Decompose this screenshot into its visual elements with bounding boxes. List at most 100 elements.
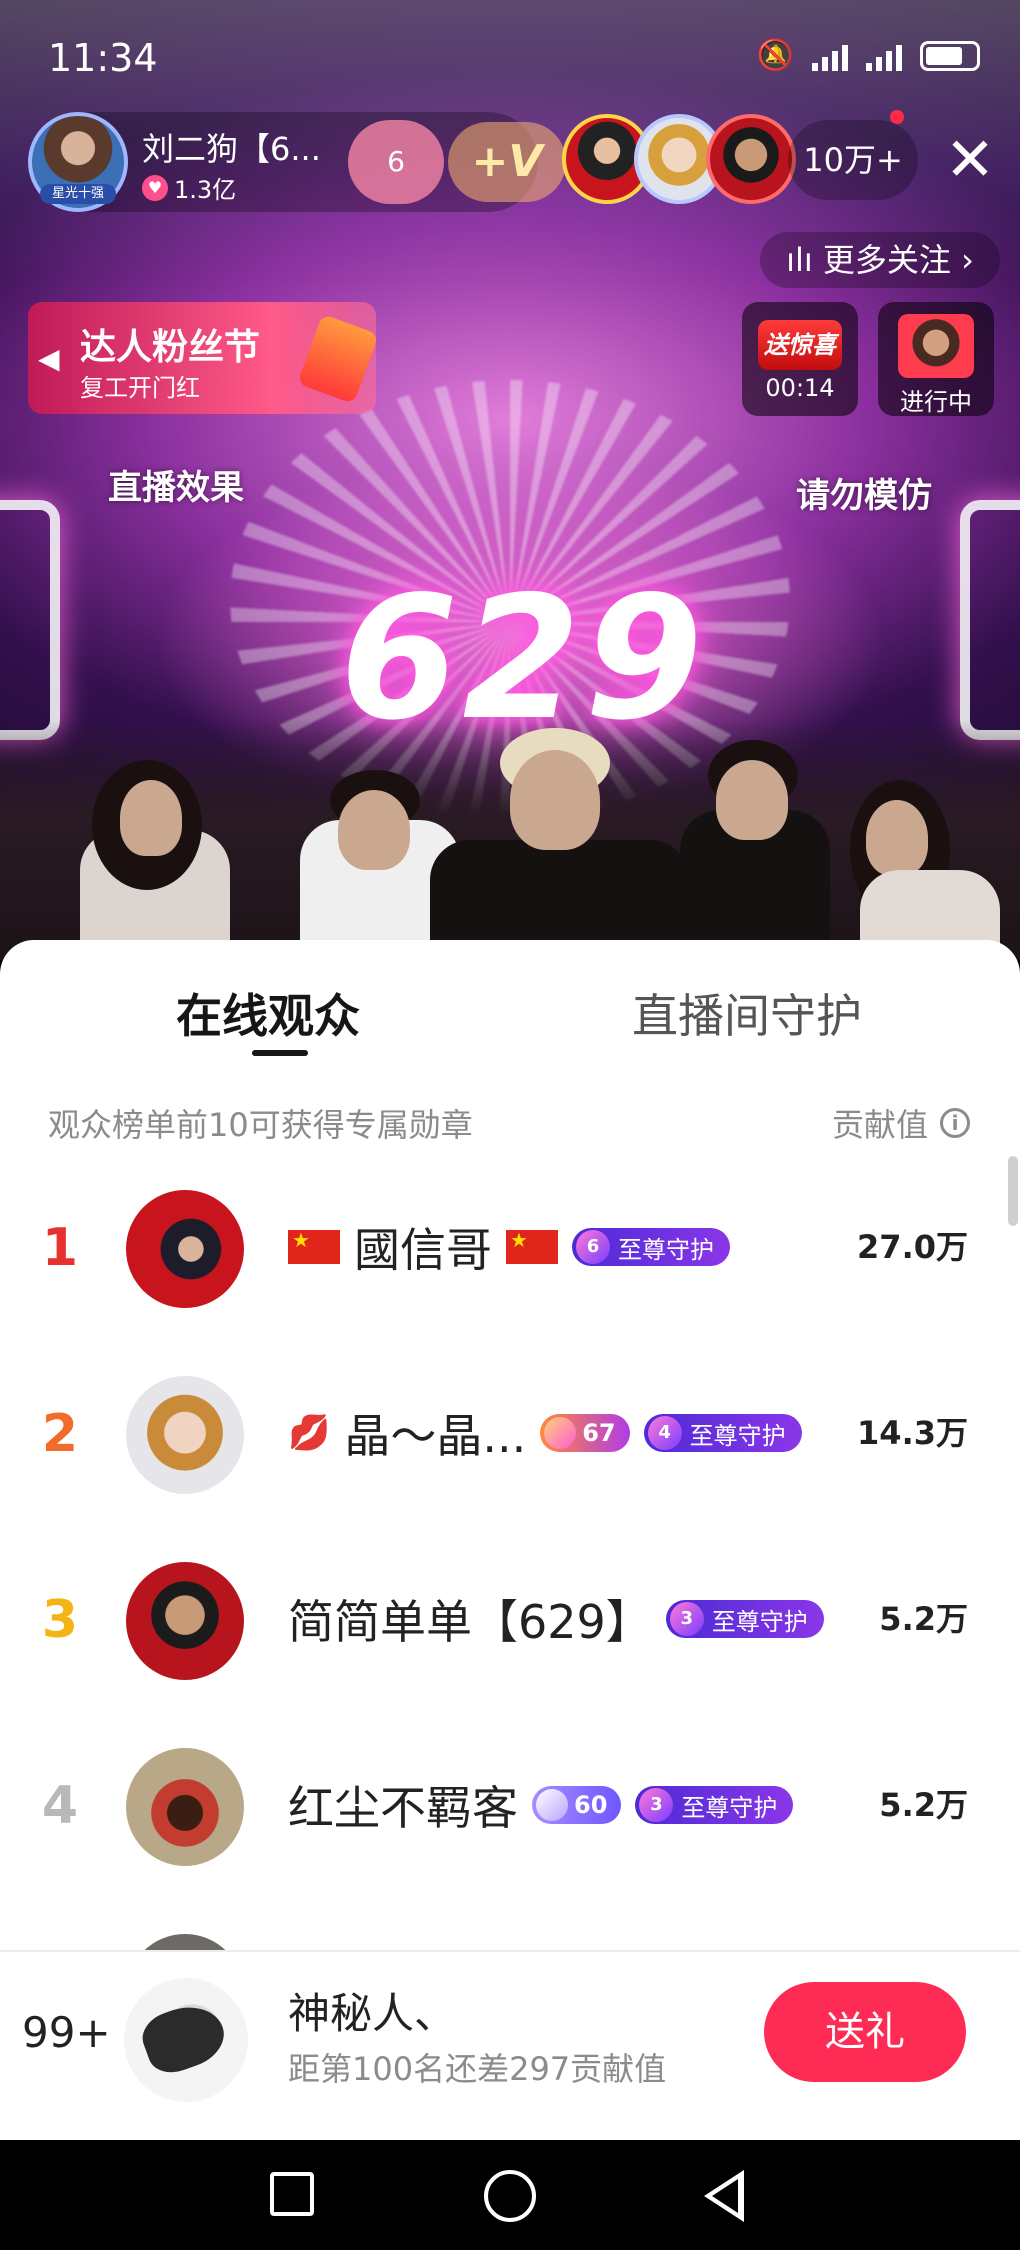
mute-icon: 🔕 (756, 38, 794, 73)
ranking-row-2[interactable]: 2 💋 晶～晶... 67 4 至尊守护 14.3万 (0, 1342, 1020, 1528)
guard-badge: 3 至尊守护 (635, 1786, 794, 1824)
fan-level-value: 67 (582, 1419, 616, 1447)
gem-icon: 6 (576, 1230, 610, 1264)
contribution-header-label: 贡献值 (831, 1106, 928, 1144)
contribution-header: 贡献值 i (832, 1100, 970, 1146)
more-follow-button[interactable]: ılı 更多关注 › (760, 232, 1000, 288)
top-viewers[interactable] (562, 110, 802, 210)
guard-badge: 6 至尊守护 (572, 1228, 730, 1266)
host-avatar[interactable]: 星光十强 (28, 112, 128, 212)
ongoing-thumbnail (898, 314, 974, 378)
gem-icon: 3 (669, 1602, 704, 1636)
viewer-count-button[interactable]: 10万+ (788, 120, 918, 200)
contribution-value: 5.2万 (879, 1600, 968, 1638)
viewer-avatar[interactable] (706, 114, 796, 204)
back-icon[interactable] (704, 2170, 744, 2222)
fan-level-value: 60 (574, 1791, 608, 1819)
chevron-right-icon: › (950, 241, 974, 279)
user-name: 晶～晶... (344, 1409, 527, 1463)
rank-number: 2 (41, 1404, 79, 1464)
gem-icon (544, 1417, 577, 1449)
user-avatar[interactable] (126, 1376, 244, 1494)
close-icon[interactable]: ✕ (922, 112, 1018, 208)
bars-icon: ılı (786, 241, 823, 279)
rank-number: 4 (41, 1776, 79, 1836)
home-icon[interactable] (484, 2170, 536, 2222)
user-avatar[interactable] (126, 1562, 244, 1680)
user-avatar[interactable] (126, 1748, 244, 1866)
ranking-row-4[interactable]: 4 红尘不羁客 60 3 至尊守护 5.2万 (0, 1714, 1020, 1900)
gem-icon (536, 1789, 568, 1821)
guard-badge: 4 至尊守护 (643, 1414, 802, 1452)
watermark-right: 请勿模仿 (796, 476, 932, 516)
user-name-line: 💋 晶～晶... 67 4 至尊守护 (288, 1400, 802, 1466)
fan-level-badge: 60 (532, 1786, 622, 1824)
user-name-line: 红尘不羁客 60 3 至尊守护 (288, 1772, 794, 1838)
ranking-hint: 观众榜单前10可获得专属勋章 (48, 1106, 473, 1144)
contribution-value: 27.0万 (857, 1228, 968, 1266)
china-flag-icon (288, 1228, 340, 1264)
tab-online-audience[interactable]: 在线观众 (176, 980, 360, 1046)
crowd (0, 720, 1020, 960)
user-name: 红尘不羁客 (288, 1781, 518, 1835)
sheet-tabs: 在线观众 直播间守护 (0, 940, 1020, 1060)
contribution-value: 5.2万 (879, 1786, 968, 1824)
status-bar: 11:34 🔕 (0, 0, 1020, 110)
contribution-value: 14.3万 (857, 1414, 968, 1452)
more-follow-label: 更多关注 (822, 241, 951, 279)
ranking-row-1[interactable]: 1 國信哥 6 至尊守护 27.0万 (0, 1156, 1020, 1342)
gem-icon: 3 (639, 1788, 674, 1822)
chevron-left-icon: ◀ (38, 342, 60, 375)
info-icon[interactable]: i (940, 1108, 970, 1138)
host-capsule[interactable]: 星光十强 刘二狗【6... ♥ 1.3亿 6 +V (28, 112, 566, 212)
user-name-line: 國信哥 6 至尊守护 (288, 1214, 730, 1280)
signal-2-icon (866, 41, 902, 71)
host-likes-count: 1.3亿 (174, 176, 237, 204)
user-avatar[interactable] (126, 1190, 244, 1308)
ranking-row-3[interactable]: 3 简简单单【629】 3 至尊守护 5.2万 (0, 1528, 1020, 1714)
tab-room-guard[interactable]: 直播间守护 (632, 980, 862, 1046)
user-name-line: 简简单单【629】 3 至尊守护 (288, 1586, 824, 1652)
stage-neon-right (960, 500, 1020, 740)
join-fan-button[interactable]: +V (448, 122, 566, 202)
my-ranking-bar: 99+ 神秘人、 距第100名还差297贡献值 送礼 (0, 1950, 1020, 2142)
signal-icon (812, 41, 848, 71)
host-avatar-tag: 星光十强 (40, 184, 116, 204)
fan-festival-title: 达人粉丝节 (80, 327, 261, 368)
surprise-countdown: 00:14 (765, 374, 835, 402)
ink-painting-icon (136, 1996, 232, 2080)
china-flag-icon (506, 1228, 558, 1264)
my-rank: 99+ (22, 2008, 111, 2057)
stage-neon-left (0, 500, 60, 740)
my-avatar[interactable] (124, 1978, 248, 2102)
send-gift-button[interactable]: 送礼 (764, 1982, 966, 2082)
fan-level: 6 (387, 145, 405, 178)
red-envelope-icon (297, 313, 379, 405)
tab-indicator (252, 1050, 308, 1056)
surprise-widget[interactable]: 送惊喜 00:14 (742, 302, 858, 416)
heart-icon: ♥ (142, 174, 168, 201)
fan-club-button[interactable]: 6 (348, 120, 444, 204)
guard-badge-label: 至尊守护 (681, 1793, 778, 1822)
host-name: 刘二狗【6... (142, 130, 321, 168)
guard-badge-label: 至尊守护 (618, 1235, 714, 1264)
system-nav-bar (0, 2140, 1020, 2250)
host-likes: ♥ 1.3亿 (142, 170, 236, 205)
status-time: 11:34 (48, 36, 158, 80)
gem-icon: 4 (647, 1416, 682, 1450)
lips-icon: 💋 (288, 1413, 331, 1453)
fan-festival-banner[interactable]: ◀ 达人粉丝节 复工开门红 (28, 302, 379, 414)
rank-number: 3 (41, 1590, 79, 1650)
watermark-left: 直播效果 (108, 468, 244, 508)
user-name: 简简单单【629】 (288, 1595, 652, 1649)
fan-level-badge: 67 (540, 1414, 630, 1452)
guard-badge-label: 至尊守护 (689, 1421, 786, 1450)
status-icons: 🔕 (757, 38, 980, 73)
ongoing-widget[interactable]: 进行中 (878, 302, 994, 416)
rank-gap-text: 距第100名还差297贡献值 (288, 2050, 667, 2088)
fan-festival-subtitle: 复工开门红 (80, 374, 200, 402)
guard-badge: 3 至尊守护 (665, 1600, 824, 1638)
surprise-label: 送惊喜 (758, 320, 842, 370)
my-name: 神秘人、 (288, 1989, 457, 2038)
recent-apps-icon[interactable] (270, 2172, 314, 2216)
